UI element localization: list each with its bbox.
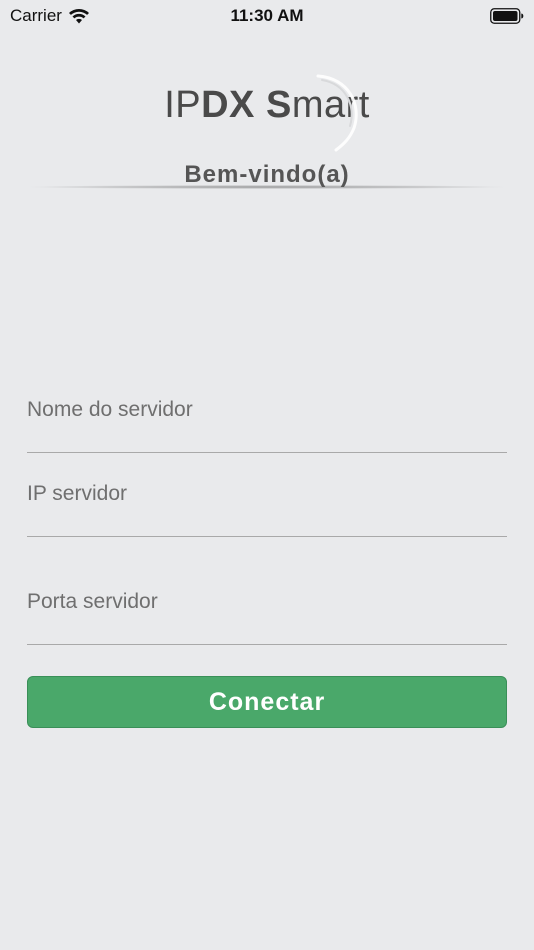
app-logo: IPDX Smart	[0, 84, 534, 127]
status-bar: Carrier 11:30 AM	[0, 0, 534, 32]
server-name-input[interactable]	[27, 393, 507, 427]
logo-prefix: IP	[164, 84, 202, 126]
server-port-input[interactable]	[27, 585, 507, 619]
connect-button[interactable]: Conectar	[27, 676, 507, 728]
status-time: 11:30 AM	[230, 6, 304, 25]
logo-swoosh-icon	[316, 74, 358, 152]
battery-icon	[490, 8, 524, 24]
logo-bold-2: S	[265, 84, 292, 126]
server-ip-input[interactable]	[27, 477, 507, 511]
header-divider	[24, 185, 510, 189]
logo-bold: DX	[201, 84, 255, 126]
server-port-field-wrapper	[27, 585, 507, 645]
logo-space	[255, 84, 266, 126]
server-ip-field-wrapper	[27, 477, 507, 537]
server-name-field-wrapper	[27, 393, 507, 453]
